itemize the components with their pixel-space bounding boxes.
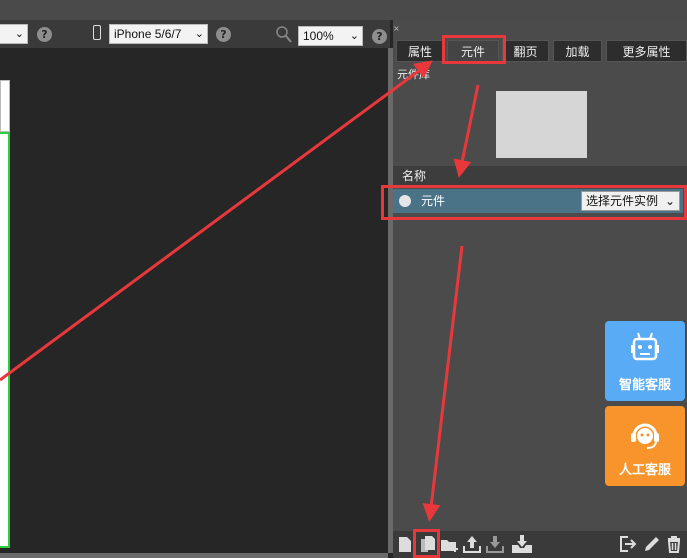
library-label: 元件库 (397, 68, 430, 81)
zoom-select-value: 100% (303, 29, 334, 43)
tab-more-properties[interactable]: 更多属性 (606, 40, 687, 62)
human-service-button[interactable]: 人工客服 (605, 406, 685, 486)
help-icon[interactable]: ? (372, 29, 387, 44)
tab-properties[interactable]: 属性 (396, 40, 444, 62)
artboard-header[interactable] (0, 80, 10, 132)
add-folder-icon[interactable] (440, 534, 460, 554)
chevron-down-icon: ⌄ (664, 194, 675, 208)
panel-grip[interactable]: × ∙∙∙∙∙∙∙∙∙∙∙∙∙∙∙∙∙∙∙∙∙∙∙∙∙∙∙∙∙∙∙∙∙∙∙∙∙∙… (393, 24, 687, 34)
new-page-icon[interactable] (395, 534, 415, 554)
zoom-select[interactable]: 100% ⌄ (298, 26, 363, 46)
search-icon[interactable] (276, 26, 292, 44)
component-instance-value: 选择元件实例 (586, 194, 659, 208)
device-select-value: iPhone 5/6/7 (114, 27, 182, 41)
phone-icon (93, 25, 101, 40)
horizontal-scrollbar[interactable] (0, 553, 388, 558)
component-thumbnail[interactable] (496, 91, 587, 158)
device-select[interactable]: iPhone 5/6/7 ⌄ (109, 24, 208, 44)
smart-service-label: 智能客服 (618, 378, 671, 393)
tab-loading[interactable]: 加载 (553, 40, 602, 62)
edit-icon[interactable] (642, 534, 662, 554)
component-icon (399, 195, 411, 207)
help-icon[interactable]: ? (216, 27, 231, 42)
robot-icon (631, 332, 659, 361)
download-icon[interactable] (485, 534, 505, 554)
smart-service-button[interactable]: 智能客服 (605, 321, 685, 401)
component-row-label: 元件 (421, 194, 446, 208)
tab-components[interactable]: 元件 (447, 40, 499, 62)
component-row[interactable]: 元件 选择元件实例 ⌄ (393, 189, 683, 213)
name-column-header: 名称 (393, 166, 687, 186)
top-toolbar (0, 0, 687, 20)
chevron-down-icon: ⌄ (194, 28, 204, 40)
human-service-label: 人工客服 (618, 463, 671, 478)
upload-icon[interactable] (462, 534, 482, 554)
export-icon[interactable] (618, 534, 638, 554)
delete-icon[interactable] (664, 534, 684, 554)
duplicate-icon[interactable] (418, 534, 438, 554)
left-select[interactable]: ⌄ (0, 24, 28, 44)
headset-icon (631, 423, 659, 449)
component-instance-select[interactable]: 选择元件实例 ⌄ (581, 191, 680, 211)
help-icon[interactable]: ? (37, 27, 52, 42)
chevron-down-icon: ⌄ (14, 28, 24, 40)
import-icon[interactable] (510, 534, 534, 554)
chevron-down-icon: ⌄ (349, 30, 359, 42)
artboard[interactable] (0, 132, 10, 548)
design-canvas[interactable] (0, 48, 388, 558)
tab-paging[interactable]: 翻页 (502, 40, 549, 62)
